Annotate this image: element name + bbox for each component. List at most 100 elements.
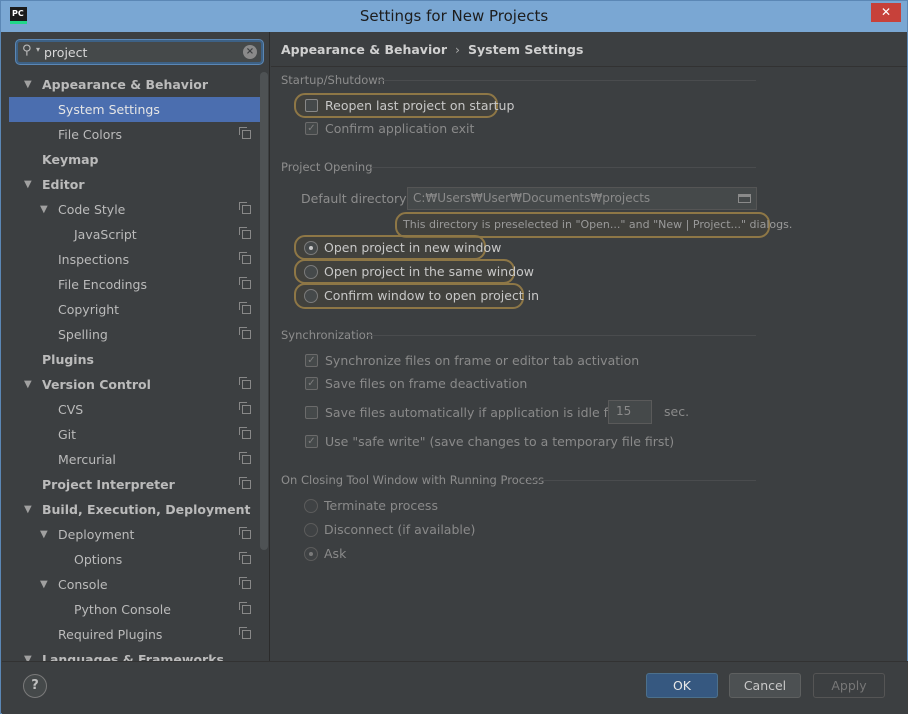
section-synchronization-title: Synchronization <box>281 328 374 342</box>
expand-arrow-icon[interactable]: ▼ <box>24 372 32 397</box>
checkbox-box[interactable] <box>305 122 318 135</box>
checkbox-label: Confirm application exit <box>325 121 475 136</box>
tree-item[interactable]: Mercurial <box>9 447 263 472</box>
tree-item[interactable]: CVS <box>9 397 263 422</box>
project-scope-icon <box>239 252 251 264</box>
settings-search-box[interactable]: ⚲ ▾ × <box>16 40 263 64</box>
tree-item[interactable]: ▼ Languages & Frameworks <box>9 647 263 661</box>
tree-item-label: File Colors <box>58 127 123 142</box>
default-directory-field[interactable]: C:₩Users₩User₩Documents₩projects <box>407 187 757 210</box>
search-icon[interactable]: ⚲ <box>22 43 32 58</box>
idle-unit-label: sec. <box>664 404 690 419</box>
idle-seconds-input[interactable]: 15 <box>608 400 652 424</box>
close-icon[interactable]: × <box>243 45 257 59</box>
tree-item-label: System Settings <box>58 102 160 117</box>
section-divider <box>528 480 756 481</box>
tree-item[interactable]: JavaScript <box>9 222 263 247</box>
tree-item-label: Python Console <box>74 602 171 617</box>
expand-arrow-icon[interactable]: ▼ <box>24 647 32 661</box>
section-project-opening-title: Project Opening <box>281 160 373 174</box>
checkbox-box[interactable] <box>305 435 318 448</box>
tree-item-label: Appearance & Behavior <box>42 77 208 92</box>
tree-item[interactable]: File Colors <box>9 122 263 147</box>
project-scope-icon <box>239 127 251 139</box>
checkbox-box[interactable] <box>305 99 318 112</box>
project-scope-icon <box>239 402 251 414</box>
tree-item[interactable]: System Settings <box>9 97 263 122</box>
section-divider <box>378 80 756 81</box>
expand-arrow-icon[interactable]: ▼ <box>40 197 48 222</box>
checkbox-box[interactable] <box>305 377 318 390</box>
radio-button[interactable] <box>304 523 318 537</box>
title-bar: PC Settings for New Projects ✕ <box>1 1 907 32</box>
project-scope-icon <box>239 452 251 464</box>
project-scope-icon <box>239 477 251 489</box>
tree-item[interactable]: Copyright <box>9 297 263 322</box>
sidebar-scrollbar[interactable] <box>260 72 268 550</box>
tree-item[interactable]: ▼ Deployment <box>9 522 263 547</box>
tree-item-label: Build, Execution, Deployment <box>42 502 251 517</box>
radio-button[interactable] <box>304 499 318 513</box>
tree-item[interactable]: ▼ Version Control <box>9 372 263 397</box>
default-directory-hint: This directory is preselected in "Open..… <box>403 218 793 231</box>
settings-tree: ▼ Appearance & Behavior System Settings Fil… <box>9 72 263 661</box>
checkbox-box[interactable] <box>305 406 318 419</box>
breadcrumb: Appearance & Behavior › System Settings <box>281 42 583 57</box>
project-scope-icon <box>239 202 251 214</box>
section-closing-title: On Closing Tool Window with Running Proc… <box>281 473 545 487</box>
checkbox-label: Save files on frame deactivation <box>325 376 528 391</box>
apply-button[interactable]: Apply <box>813 673 885 698</box>
tree-item[interactable]: Python Console <box>9 597 263 622</box>
close-window-button[interactable]: ✕ <box>871 3 901 22</box>
tree-item[interactable]: Spelling <box>9 322 263 347</box>
tree-item[interactable]: ▼ Console <box>9 572 263 597</box>
tree-item-label: Mercurial <box>58 452 116 467</box>
tree-item[interactable]: Git <box>9 422 263 447</box>
tree-item[interactable]: Keymap <box>9 147 263 172</box>
radio-button[interactable] <box>304 241 318 255</box>
tree-item[interactable]: File Encodings <box>9 272 263 297</box>
cancel-button[interactable]: Cancel <box>729 673 801 698</box>
expand-arrow-icon[interactable]: ▼ <box>24 497 32 522</box>
checkbox-box[interactable] <box>305 354 318 367</box>
project-scope-icon <box>239 327 251 339</box>
tree-item[interactable]: Required Plugins <box>9 622 263 647</box>
section-startup-title: Startup/Shutdown <box>281 73 385 87</box>
tree-item[interactable]: Options <box>9 547 263 572</box>
breadcrumb-divider <box>271 66 907 67</box>
tree-item[interactable]: Project Interpreter <box>9 472 263 497</box>
tree-item[interactable]: ▼ Build, Execution, Deployment <box>9 497 263 522</box>
chevron-down-icon[interactable]: ▾ <box>36 45 40 54</box>
default-directory-value: C:₩Users₩User₩Documents₩projects <box>413 191 651 205</box>
tree-item-label: JavaScript <box>74 227 137 242</box>
project-scope-icon <box>239 277 251 289</box>
tree-item-label: Keymap <box>42 152 99 167</box>
expand-arrow-icon[interactable]: ▼ <box>40 572 48 597</box>
radio-label: Ask <box>324 546 347 561</box>
settings-content: Appearance & Behavior › System Settings St… <box>271 32 907 661</box>
project-scope-icon <box>239 552 251 564</box>
settings-search-input[interactable] <box>44 44 234 60</box>
project-scope-icon <box>239 377 251 389</box>
tree-item[interactable]: ▼ Editor <box>9 172 263 197</box>
checkbox-label: Synchronize files on frame or editor tab… <box>325 353 640 368</box>
section-divider <box>367 335 756 336</box>
tree-item-label: Project Interpreter <box>42 477 175 492</box>
tree-item[interactable]: Inspections <box>9 247 263 272</box>
expand-arrow-icon[interactable]: ▼ <box>24 172 32 197</box>
expand-arrow-icon[interactable]: ▼ <box>24 72 32 97</box>
tree-item[interactable]: ▼ Appearance & Behavior <box>9 72 263 97</box>
help-button[interactable]: ? <box>23 674 47 698</box>
tree-item[interactable]: Plugins <box>9 347 263 372</box>
tree-item-label: Editor <box>42 177 85 192</box>
radio-button[interactable] <box>304 547 318 561</box>
radio-button[interactable] <box>304 265 318 279</box>
tree-item[interactable]: ▼ Code Style <box>9 197 263 222</box>
project-scope-icon <box>239 627 251 639</box>
radio-button[interactable] <box>304 289 318 303</box>
expand-arrow-icon[interactable]: ▼ <box>40 522 48 547</box>
checkbox-label: Use "safe write" (save changes to a temp… <box>325 434 675 449</box>
ok-button[interactable]: OK <box>646 673 718 698</box>
tree-item-label: File Encodings <box>58 277 148 292</box>
folder-icon[interactable] <box>738 194 751 203</box>
